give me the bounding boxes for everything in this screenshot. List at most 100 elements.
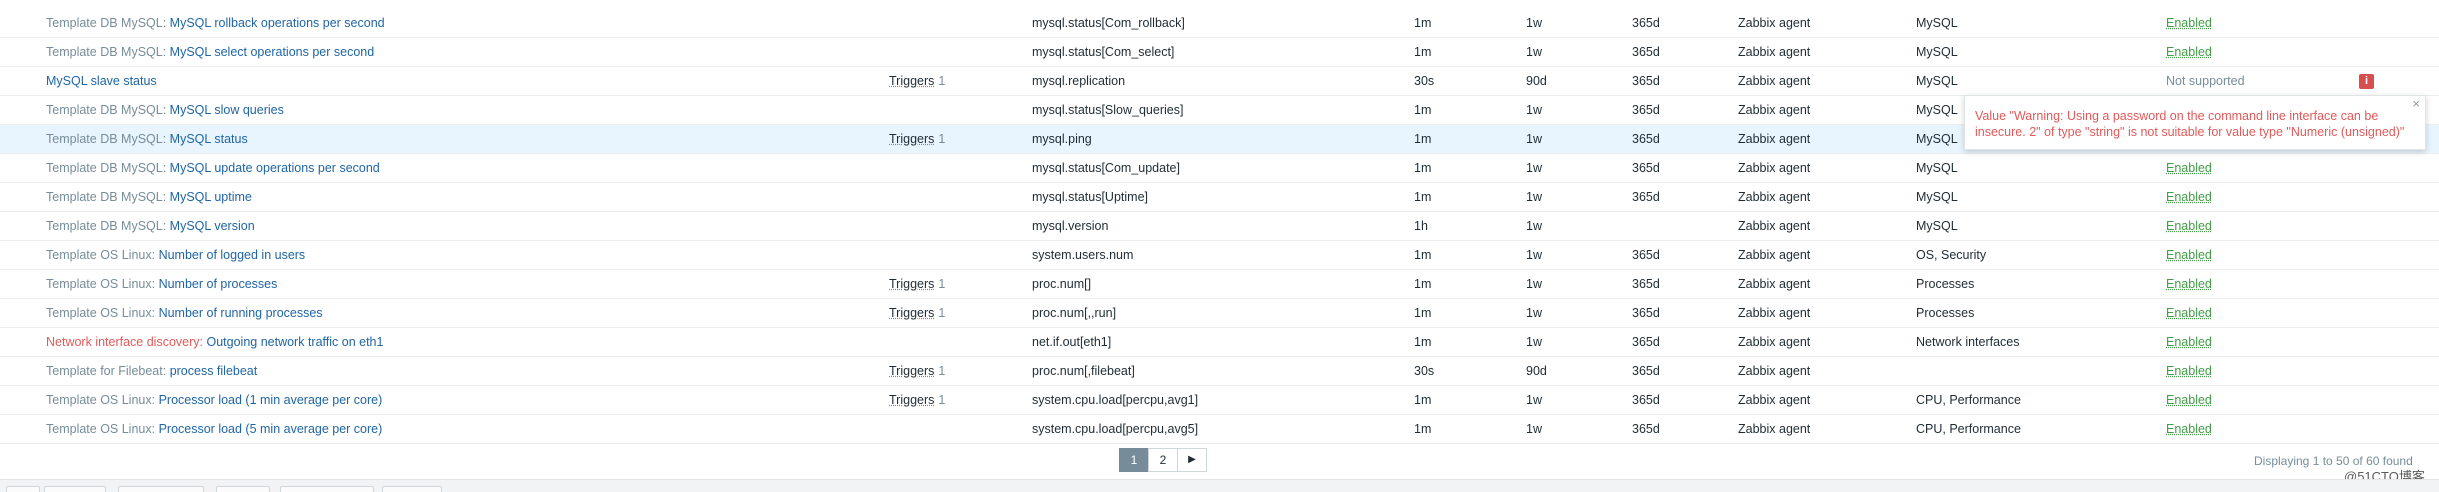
template-link[interactable]: Template OS Linux: bbox=[46, 277, 155, 291]
item-name-link[interactable]: MySQL rollback operations per second bbox=[170, 16, 385, 30]
template-link[interactable]: Template DB MySQL: bbox=[46, 45, 166, 59]
status-toggle[interactable]: Enabled bbox=[2166, 190, 2212, 204]
item-history: 90d bbox=[1526, 364, 1547, 378]
template-link[interactable]: Template DB MySQL: bbox=[46, 103, 166, 117]
table-row[interactable]: MySQL slave status Triggers 1 mysql.replica… bbox=[0, 67, 2439, 96]
table-row[interactable]: Template DB MySQL: MySQL select operatio… bbox=[0, 38, 2439, 67]
status-toggle[interactable]: Enabled bbox=[2166, 45, 2212, 59]
template-link[interactable]: Template DB MySQL: bbox=[46, 161, 166, 175]
item-name-link[interactable]: MySQL version bbox=[170, 219, 255, 233]
item-name-link[interactable]: MySQL slave status bbox=[46, 74, 157, 88]
item-trends: 365d bbox=[1632, 393, 1660, 407]
template-link[interactable]: Template DB MySQL: bbox=[46, 219, 166, 233]
table-row[interactable]: Network interface discovery: Outgoing ne… bbox=[0, 328, 2439, 357]
item-type: Zabbix agent bbox=[1738, 393, 1811, 407]
footer-button[interactable] bbox=[44, 486, 106, 492]
item-name-link[interactable]: MySQL uptime bbox=[170, 190, 252, 204]
footer-button[interactable] bbox=[216, 486, 270, 492]
status-toggle[interactable]: Enabled bbox=[2166, 248, 2212, 262]
item-name-link[interactable]: MySQL update operations per second bbox=[170, 161, 380, 175]
table-row[interactable]: Template OS Linux: Number of running pro… bbox=[0, 299, 2439, 328]
item-interval: 1m bbox=[1414, 277, 1432, 291]
item-interval: 1m bbox=[1414, 422, 1432, 436]
item-key: mysql.replication bbox=[1032, 74, 1126, 88]
item-type: Zabbix agent bbox=[1738, 74, 1811, 88]
status-toggle[interactable]: Enabled bbox=[2166, 16, 2212, 30]
close-icon[interactable]: × bbox=[2412, 96, 2420, 111]
item-key: proc.num[] bbox=[1032, 277, 1092, 291]
item-trends: 365d bbox=[1632, 422, 1660, 436]
triggers-link[interactable]: Triggers bbox=[889, 277, 934, 291]
item-applications: MySQL bbox=[1916, 45, 1958, 59]
status-toggle[interactable]: Enabled bbox=[2166, 393, 2212, 407]
triggers-cell: Triggers 1 bbox=[889, 386, 945, 414]
table-row[interactable]: Template OS Linux: Processor load (5 min… bbox=[0, 415, 2439, 444]
template-link[interactable]: Network interface discovery: bbox=[46, 335, 203, 349]
status-toggle[interactable]: Enabled bbox=[2166, 277, 2212, 291]
table-row[interactable]: Template for Filebeat: process filebeat T… bbox=[0, 357, 2439, 386]
template-link[interactable]: Template OS Linux: bbox=[46, 248, 155, 262]
item-name-link[interactable]: process filebeat bbox=[170, 364, 258, 378]
error-info-icon[interactable]: i bbox=[2359, 74, 2374, 89]
table-row[interactable]: Template OS Linux: Number of logged in u… bbox=[0, 241, 2439, 270]
item-name-link[interactable]: MySQL status bbox=[170, 132, 248, 146]
triggers-link[interactable]: Triggers bbox=[889, 74, 934, 88]
item-history: 1w bbox=[1526, 219, 1542, 233]
item-name-link[interactable]: MySQL select operations per second bbox=[170, 45, 375, 59]
item-key: mysql.status[Uptime] bbox=[1032, 190, 1149, 204]
page-button[interactable]: 1 bbox=[1119, 448, 1149, 472]
item-status: Enabled bbox=[2166, 270, 2212, 298]
triggers-link[interactable]: Triggers bbox=[889, 306, 934, 320]
template-link[interactable]: Template for Filebeat: bbox=[46, 364, 166, 378]
item-interval: 1m bbox=[1414, 132, 1432, 146]
item-type: Zabbix agent bbox=[1738, 219, 1811, 233]
status-toggle[interactable]: Enabled bbox=[2166, 161, 2212, 175]
item-name-link[interactable]: Outgoing network traffic on eth1 bbox=[207, 335, 384, 349]
item-name-link[interactable]: MySQL slow queries bbox=[170, 103, 284, 117]
table-row[interactable]: Template DB MySQL: MySQL update operatio… bbox=[0, 154, 2439, 183]
footer-button[interactable] bbox=[118, 486, 204, 492]
template-link[interactable]: Template OS Linux: bbox=[46, 393, 155, 407]
item-name-link[interactable]: Number of processes bbox=[159, 277, 278, 291]
status-toggle[interactable]: Enabled bbox=[2166, 219, 2212, 233]
item-trends: 365d bbox=[1632, 45, 1660, 59]
footer-button[interactable] bbox=[382, 486, 442, 492]
template-link[interactable]: Template DB MySQL: bbox=[46, 190, 166, 204]
item-name-link[interactable]: Processor load (5 min average per core) bbox=[159, 422, 383, 436]
table-row[interactable]: Template OS Linux: Number of processes Tr… bbox=[0, 270, 2439, 299]
footer-button[interactable] bbox=[6, 486, 40, 492]
table-row[interactable]: Template DB MySQL: MySQL rollback operat… bbox=[0, 9, 2439, 38]
template-link[interactable]: Template DB MySQL: bbox=[46, 16, 166, 30]
status-toggle[interactable]: Enabled bbox=[2166, 422, 2212, 436]
item-name-link[interactable]: Number of logged in users bbox=[159, 248, 306, 262]
table-row[interactable]: Template OS Linux: Processor load (1 min… bbox=[0, 386, 2439, 415]
item-status: Enabled bbox=[2166, 357, 2212, 385]
item-status: Enabled bbox=[2166, 212, 2212, 240]
item-name-link[interactable]: Processor load (1 min average per core) bbox=[159, 393, 383, 407]
triggers-link[interactable]: Triggers bbox=[889, 364, 934, 378]
item-key: net.if.out[eth1] bbox=[1032, 335, 1112, 349]
item-applications: MySQL bbox=[1916, 74, 1958, 88]
status-toggle[interactable]: Enabled bbox=[2166, 335, 2212, 349]
triggers-link[interactable]: Triggers bbox=[889, 393, 934, 407]
table-row[interactable]: Template DB MySQL: MySQL uptime mysql.sta… bbox=[0, 183, 2439, 212]
page-button[interactable]: 2 bbox=[1148, 448, 1178, 472]
triggers-link[interactable]: Triggers bbox=[889, 132, 934, 146]
next-page-icon[interactable]: ▶ bbox=[1177, 448, 1207, 472]
status-toggle[interactable]: Enabled bbox=[2166, 364, 2212, 378]
triggers-cell: Triggers 1 bbox=[889, 270, 945, 298]
table-row[interactable]: Template DB MySQL: MySQL version mysql.ve… bbox=[0, 212, 2439, 241]
item-interval: 1m bbox=[1414, 248, 1432, 262]
item-status: Enabled bbox=[2166, 38, 2212, 66]
item-name-cell: Template OS Linux: Processor load (1 min… bbox=[46, 386, 382, 414]
template-link[interactable]: Template DB MySQL: bbox=[46, 132, 166, 146]
template-link[interactable]: Template OS Linux: bbox=[46, 422, 155, 436]
item-key: mysql.status[Slow_queries] bbox=[1032, 103, 1184, 117]
triggers-cell: Triggers 1 bbox=[889, 299, 945, 327]
item-name-cell: Template DB MySQL: MySQL select operatio… bbox=[46, 38, 374, 66]
status-toggle[interactable]: Enabled bbox=[2166, 306, 2212, 320]
template-link[interactable]: Template OS Linux: bbox=[46, 306, 155, 320]
footer-button[interactable] bbox=[280, 486, 374, 492]
item-status: Enabled bbox=[2166, 415, 2212, 443]
item-name-link[interactable]: Number of running processes bbox=[159, 306, 323, 320]
